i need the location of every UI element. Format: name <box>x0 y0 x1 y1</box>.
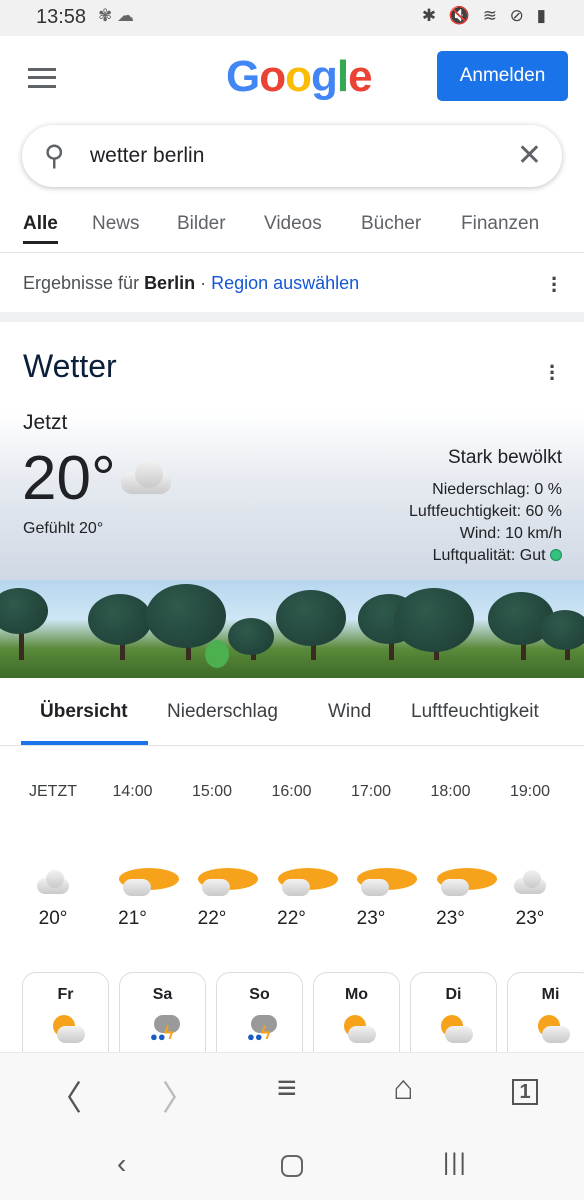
hour-temp: 23° <box>436 908 465 929</box>
tabs-button[interactable]: 1 <box>512 1079 538 1105</box>
hour-temp: 23° <box>356 908 386 929</box>
system-back-icon[interactable]: ‹ <box>117 1148 126 1180</box>
partly-sunny-icon <box>192 866 258 898</box>
search-bar[interactable]: ⚲ wetter berlin ✕ <box>22 125 562 187</box>
browser-toolbar: 〈 〉 ≡ ⌂ 1 ‹ ||| <box>0 1052 584 1200</box>
tab-bilder[interactable]: Bilder <box>177 213 226 235</box>
hour-temp: 22° <box>277 908 306 929</box>
weather-details: Niederschlag: 0 % Luftfeuchtigkeit: 60 %… <box>409 479 562 567</box>
thunderstorm-icon: ●● ϟ <box>241 1013 281 1045</box>
cloud-icon <box>510 866 550 898</box>
tab-wind[interactable]: Wind <box>328 701 371 723</box>
tree <box>394 588 474 652</box>
region-prefix: Ergebnisse für <box>23 273 145 293</box>
tab-luftfeuchtigkeit[interactable]: Luftfeuchtigkeit <box>411 701 539 723</box>
frog-mascot <box>205 640 229 668</box>
day-label: So <box>249 986 270 1003</box>
humidity: Luftfeuchtigkeit: 60 % <box>409 503 562 520</box>
menu-icon[interactable]: ≡ <box>277 1069 297 1108</box>
partly-sunny-icon <box>532 1013 572 1045</box>
partly-sunny-icon <box>272 866 338 898</box>
hour-temp: 21° <box>118 908 147 929</box>
menu-icon[interactable] <box>28 68 56 88</box>
system-home-icon[interactable] <box>281 1155 303 1177</box>
tab-finanzen[interactable]: Finanzen <box>461 213 539 235</box>
back-icon[interactable]: 〈 <box>48 1071 82 1120</box>
system-icons: ✱ 🔇 ≋ ⊘ ▮ <box>421 6 550 25</box>
hour-label: 16:00 <box>271 783 312 800</box>
hour-label: 17:00 <box>350 783 392 800</box>
tab-videos[interactable]: Videos <box>264 213 322 235</box>
weather-more-icon[interactable]: · · · <box>549 356 556 390</box>
condition: Stark bewölkt <box>447 447 562 468</box>
air-quality: Luftqualität: Gut <box>432 547 546 564</box>
clock: 13:58 <box>36 6 87 28</box>
section-separator <box>0 312 584 322</box>
hour-temp: 22° <box>197 908 227 929</box>
current-temp: 20° <box>22 444 116 513</box>
tree <box>228 618 274 655</box>
tree <box>276 590 346 646</box>
forward-icon[interactable]: 〉 <box>162 1071 196 1120</box>
hour-label: 15:00 <box>191 783 233 800</box>
tree <box>540 610 584 650</box>
status-bar: 13:58 ✾ ☁ ✱ 🔇 ≋ ⊘ ▮ <box>0 0 584 36</box>
google-logo[interactable]: Google <box>226 52 373 102</box>
now-label: Jetzt <box>23 411 68 434</box>
system-recents-icon[interactable]: ||| <box>443 1149 468 1177</box>
cloud-icon <box>121 460 171 494</box>
clear-icon[interactable]: ✕ <box>517 138 542 173</box>
home-icon[interactable]: ⌂ <box>393 1069 414 1108</box>
region-notice: Ergebnisse für Berlin · Region auswählen <box>23 273 359 294</box>
partly-sunny-icon <box>351 866 417 898</box>
day-label: Mi <box>541 986 560 1003</box>
hour-temp: 20° <box>38 908 68 929</box>
partly-sunny-icon <box>431 866 497 898</box>
wind: Wind: 10 km/h <box>459 525 562 542</box>
day-label: Fr <box>57 986 74 1003</box>
search-input[interactable]: wetter berlin <box>90 144 204 168</box>
tree <box>0 588 48 635</box>
divider <box>0 745 584 746</box>
precipitation: Niederschlag: 0 % <box>432 481 562 498</box>
air-quality-dot <box>550 549 562 561</box>
region-place: Berlin <box>144 273 196 293</box>
region-link[interactable]: Region auswählen <box>211 273 359 293</box>
tree <box>88 594 152 646</box>
thunderstorm-icon: ●● ϟ <box>144 1013 184 1045</box>
partly-sunny-icon <box>435 1013 475 1045</box>
partly-sunny-icon <box>47 1013 87 1045</box>
weather-title: Wetter <box>23 348 117 384</box>
hour-label: 14:00 <box>112 783 153 800</box>
tab-buecher[interactable]: Bücher <box>361 213 421 235</box>
tab-alle[interactable]: Alle <box>23 213 58 244</box>
day-label: Di <box>445 986 462 1003</box>
region-sep: · <box>195 273 212 293</box>
day-label: Sa <box>152 986 173 1003</box>
notification-icons: ✾ ☁ <box>98 6 134 25</box>
partly-sunny-icon <box>338 1013 378 1045</box>
weather-illustration <box>0 580 584 678</box>
more-icon[interactable]: · · · <box>551 268 558 302</box>
hour-label: JETZT <box>29 783 77 800</box>
tab-uebersicht[interactable]: Übersicht <box>40 701 128 723</box>
search-icon[interactable]: ⚲ <box>44 139 65 172</box>
divider <box>0 252 584 253</box>
hour-label: 18:00 <box>430 783 471 800</box>
tree <box>146 584 226 648</box>
tab-niederschlag[interactable]: Niederschlag <box>167 701 278 723</box>
partly-sunny-icon <box>113 866 179 898</box>
tab-news[interactable]: News <box>92 213 140 235</box>
cloud-icon <box>33 866 73 898</box>
signin-button[interactable]: Anmelden <box>437 51 568 101</box>
day-label: Mo <box>344 986 369 1003</box>
hour-temp: 23° <box>515 908 545 929</box>
hour-label: 19:00 <box>509 783 551 800</box>
felt-temp: Gefühlt 20° <box>23 520 104 537</box>
